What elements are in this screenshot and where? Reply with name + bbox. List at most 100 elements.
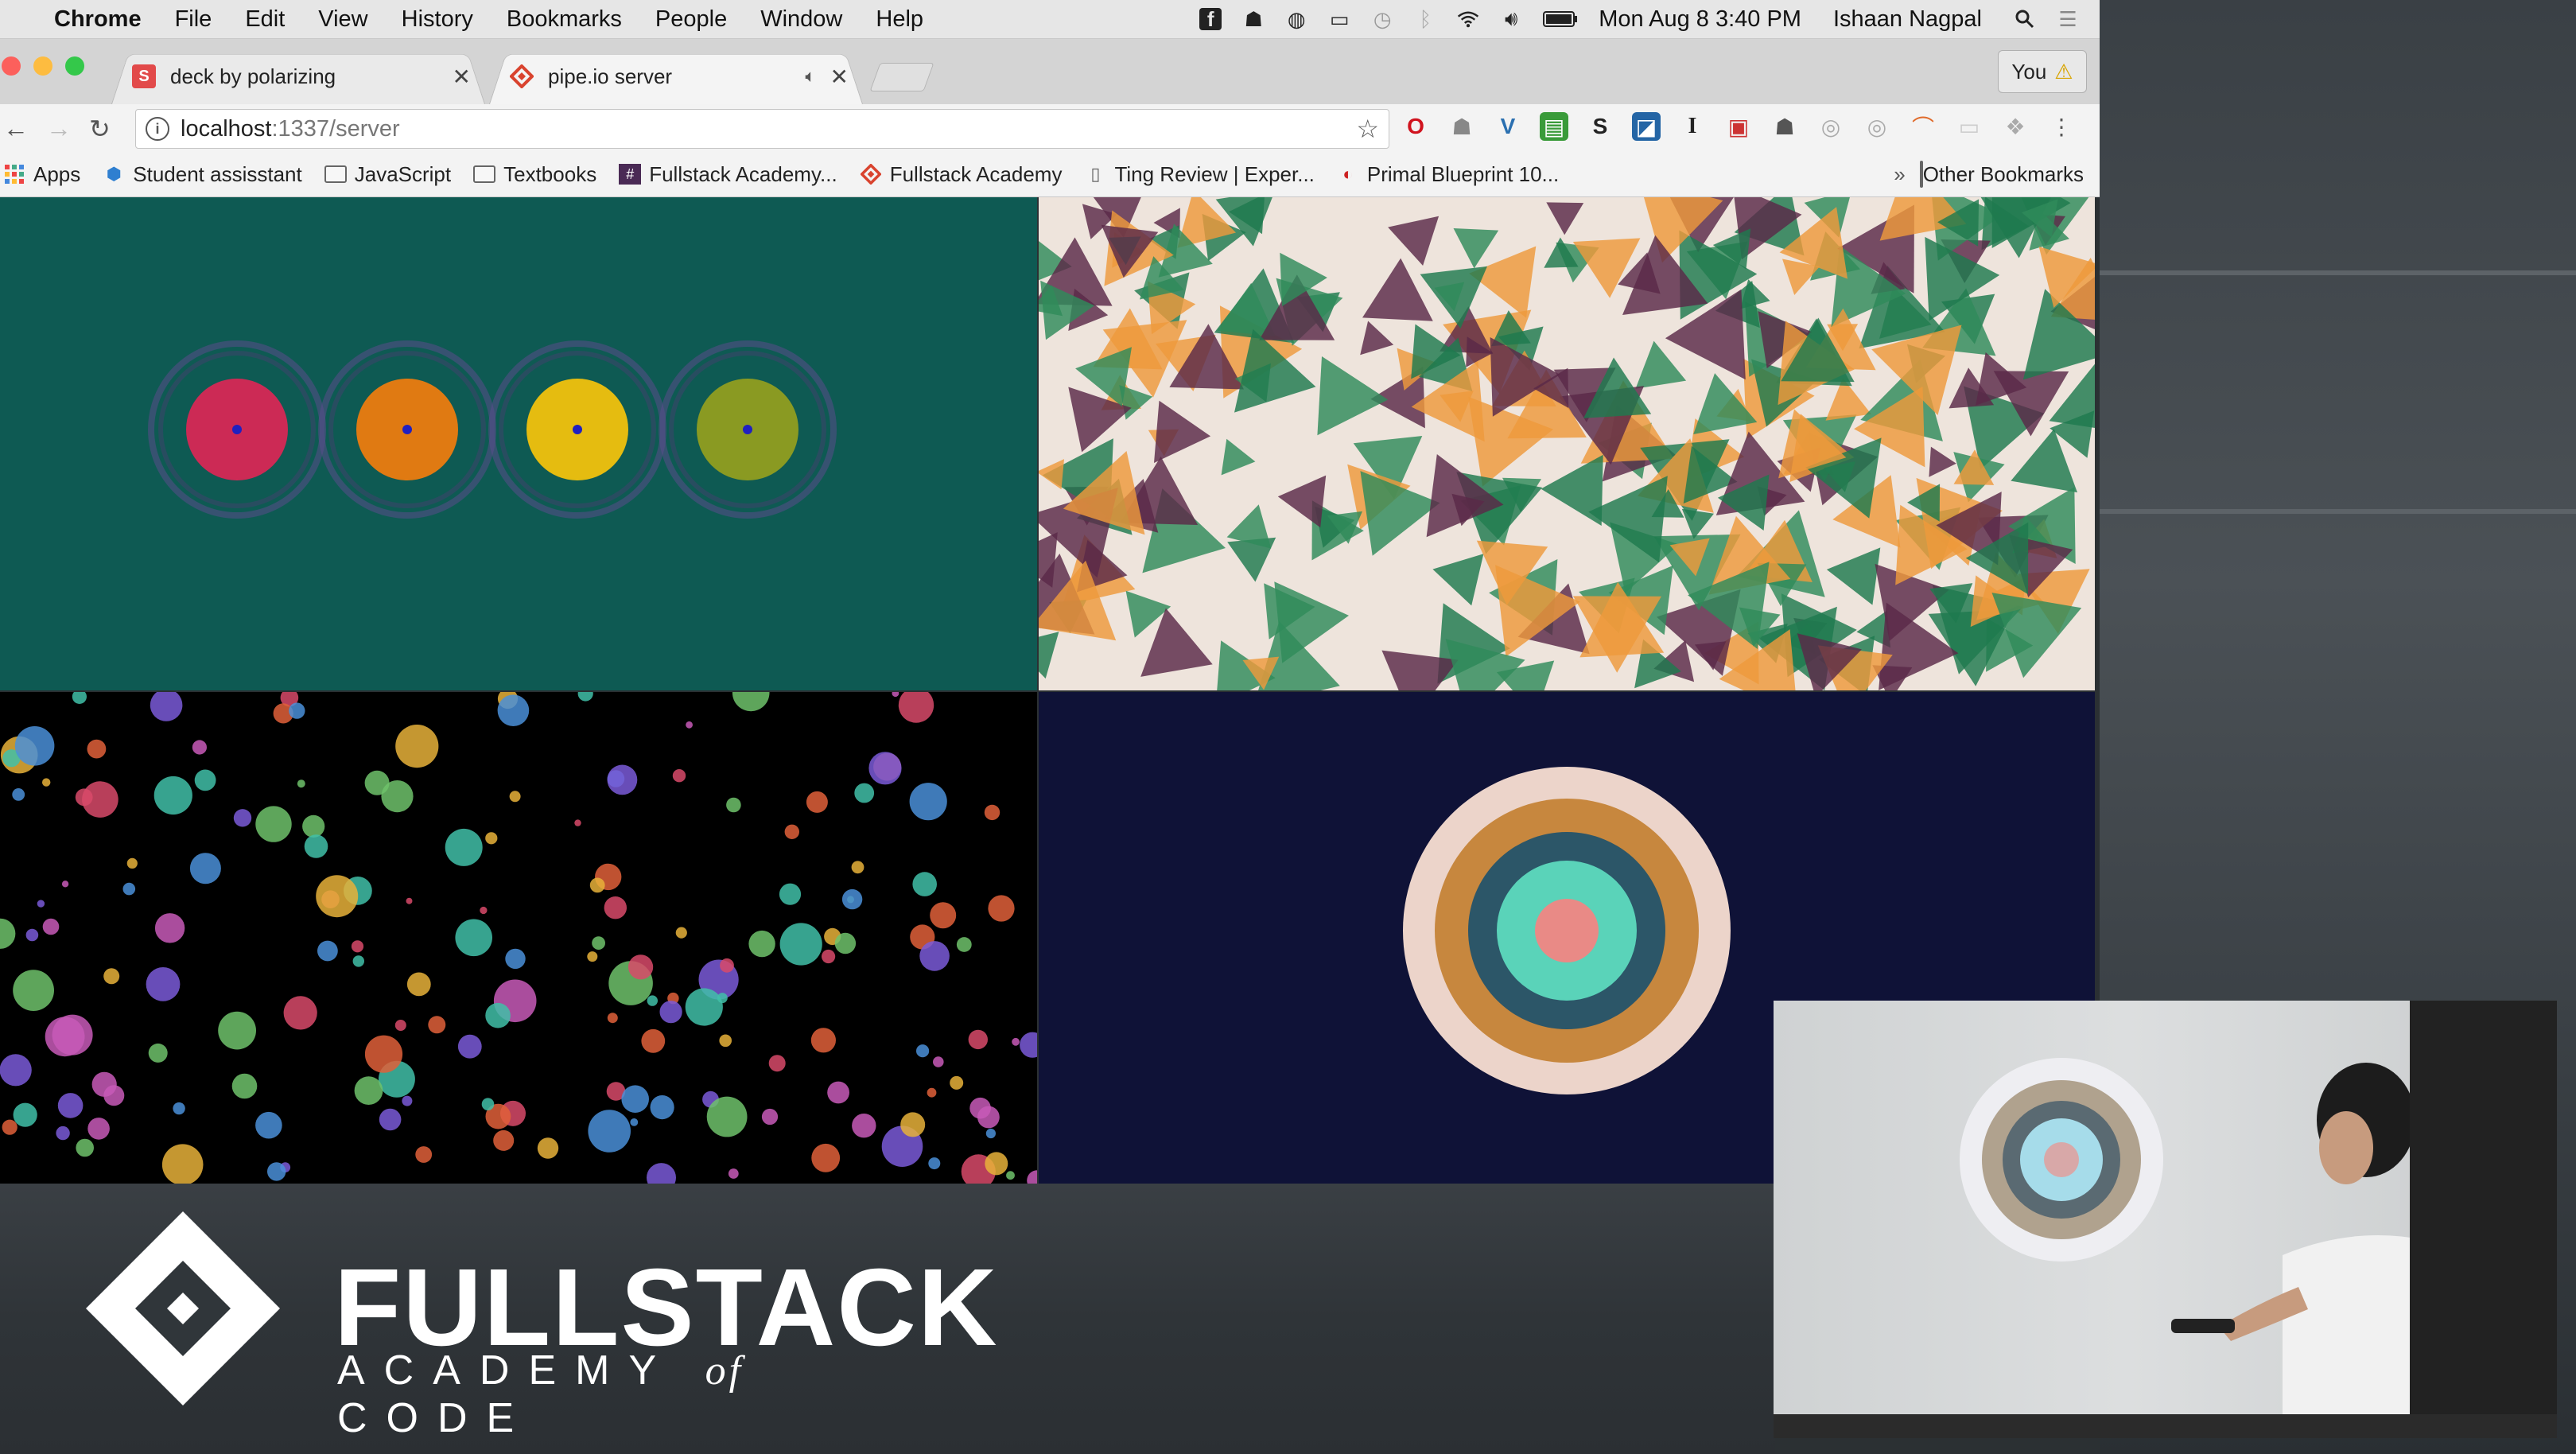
menu-datetime[interactable]: Mon Aug 8 3:40 PM (1599, 6, 1801, 33)
green-extension-icon[interactable]: ▤ (1540, 112, 1568, 141)
bubble (505, 948, 526, 970)
pulse-dot-center (402, 425, 412, 434)
bookmarks-bar: Apps ⬢ Student assisstant JavaScript Tex… (0, 152, 2100, 197)
warning-icon: ⚠ (2054, 59, 2073, 84)
bubble (87, 739, 107, 759)
window-zoom-button[interactable] (65, 56, 84, 76)
target-center (1535, 899, 1599, 962)
wifi-icon[interactable] (1457, 8, 1479, 30)
bubble (1020, 1032, 1037, 1058)
menu-user-name[interactable]: Ishaan Nagpal (1833, 6, 1982, 33)
projected-center (2044, 1142, 2079, 1177)
bookmark-student-assistant[interactable]: ⬢ Student assisstant (103, 162, 302, 187)
evernote-status-icon[interactable]: ☗ (1242, 7, 1265, 31)
volume-icon[interactable]: 🔊︎ (1500, 6, 1522, 30)
speaker-camera-inset (1774, 1001, 2557, 1438)
bubble (485, 832, 498, 845)
vue-devtools-extension-icon[interactable]: V (1494, 112, 1522, 141)
bubble (56, 1125, 70, 1141)
bookmark-fullstack-academy[interactable]: Fullstack Academy (860, 162, 1062, 187)
bookmark-javascript[interactable]: JavaScript (324, 162, 451, 187)
window-minimize-button[interactable] (33, 56, 52, 76)
bubble (928, 1157, 941, 1170)
bookmark-primal-blueprint[interactable]: ◐ Primal Blueprint 10... (1337, 162, 1559, 187)
dropbox-extension-icon[interactable]: ❖ (2001, 112, 2030, 141)
address-bar[interactable]: i localhost:1337/server ☆ (135, 109, 1389, 149)
back-arrow-icon[interactable]: ← (3, 114, 29, 143)
bookmark-ting-review[interactable]: ▯ Ting Review | Exper... (1084, 161, 1315, 187)
bubble (351, 940, 364, 953)
bubble (402, 1095, 413, 1106)
notification-badge-extension-icon[interactable]: ▣ (1724, 112, 1753, 141)
bubble (588, 1110, 631, 1153)
ghostery-extension-icon[interactable]: ☗ (1447, 112, 1476, 141)
bubble (784, 824, 799, 839)
opera-extension-icon[interactable]: O (1401, 112, 1430, 141)
reload-icon[interactable]: ↻ (89, 114, 111, 144)
gray-extension-icon-1[interactable]: ◎ (1816, 112, 1845, 141)
bubble (57, 1093, 84, 1118)
menu-window[interactable]: Window (760, 6, 842, 33)
bubble (255, 806, 292, 842)
tab-deck[interactable]: S deck by polarizing ✕ (111, 49, 485, 104)
gray-extension-icon-2[interactable]: ◎ (1863, 112, 1891, 141)
menu-app-name[interactable]: Chrome (54, 6, 142, 33)
gray-extension-icon-3[interactable]: ▭ (1955, 112, 1983, 141)
battery-icon[interactable] (1543, 8, 1578, 30)
bluetooth-icon[interactable]: ᛒ (1414, 7, 1436, 31)
bubble (728, 1168, 739, 1179)
site-info-icon[interactable]: i (146, 117, 169, 141)
menu-bookmarks[interactable]: Bookmarks (507, 6, 622, 33)
clipboard-status-icon[interactable]: ◍ (1285, 7, 1307, 31)
bookmark-fullstack-academy-hash[interactable]: # Fullstack Academy... (619, 162, 837, 187)
profile-button[interactable]: You ⚠ (1998, 50, 2087, 93)
forward-arrow-icon[interactable]: → (46, 114, 72, 143)
bubble (577, 692, 593, 702)
menu-edit[interactable]: Edit (245, 6, 285, 33)
bubble (14, 726, 55, 766)
instapaper-extension-icon[interactable]: I (1678, 112, 1707, 141)
audio-playing-icon[interactable]: 🔈︎ (805, 66, 815, 87)
evernote-extension-icon[interactable]: ☗ (1770, 112, 1799, 141)
chrome-menu-icon[interactable]: ⋮ (2047, 112, 2076, 141)
bookmark-textbooks[interactable]: Textbooks (473, 162, 596, 187)
bookmark-label: Ting Review | Exper... (1114, 161, 1315, 186)
bookmark-star-icon[interactable]: ☆ (1356, 114, 1379, 144)
pipe-favicon-icon (510, 64, 534, 88)
bubble (316, 875, 359, 918)
airplay-icon[interactable]: ▭ (1328, 7, 1350, 31)
window-close-button[interactable] (2, 56, 21, 76)
menu-history[interactable]: History (402, 6, 473, 33)
new-tab-button[interactable] (869, 63, 934, 91)
pane-bubbles[interactable] (0, 692, 1037, 1184)
facebook-status-icon[interactable]: f (1199, 7, 1222, 31)
tab-pipe-server[interactable]: pipe.io server 🔈︎ ✕ (489, 49, 863, 104)
tab-close-icon[interactable]: ✕ (830, 64, 849, 90)
menu-file[interactable]: File (175, 6, 212, 33)
pane-pulsing-dots[interactable] (0, 197, 1037, 690)
bubble (854, 783, 875, 803)
tab-close-icon[interactable]: ✕ (453, 64, 471, 90)
bubble (589, 877, 605, 893)
bubble (13, 1102, 37, 1127)
notification-center-icon[interactable]: ☰ (2057, 7, 2079, 31)
chrome-tab-strip: S deck by polarizing ✕ pipe.io server 🔈︎… (0, 39, 2100, 104)
pulse-dot-center (573, 425, 582, 434)
menu-help[interactable]: Help (876, 6, 923, 33)
bubble (604, 896, 627, 919)
pane-triangles[interactable] (1039, 197, 2095, 690)
blue-square-extension-icon[interactable]: ◪ (1632, 112, 1661, 141)
menu-people[interactable]: People (655, 6, 727, 33)
s-extension-icon[interactable]: S (1586, 112, 1614, 141)
spotlight-search-icon[interactable] (2014, 8, 2036, 30)
fullstack-logo-icon (86, 1211, 280, 1405)
bubble (153, 776, 192, 815)
bookmark-apps[interactable]: Apps (3, 162, 80, 187)
time-machine-icon[interactable]: ◷ (1371, 7, 1393, 31)
menu-view[interactable]: View (318, 6, 367, 33)
chevron-right-icon[interactable]: » (1894, 162, 1905, 187)
arc-extension-icon[interactable]: ⌒ (1909, 112, 1937, 141)
other-bookmarks[interactable]: » Other Bookmarks (1894, 160, 2084, 188)
bubble (574, 819, 581, 826)
bubble (428, 1016, 446, 1034)
